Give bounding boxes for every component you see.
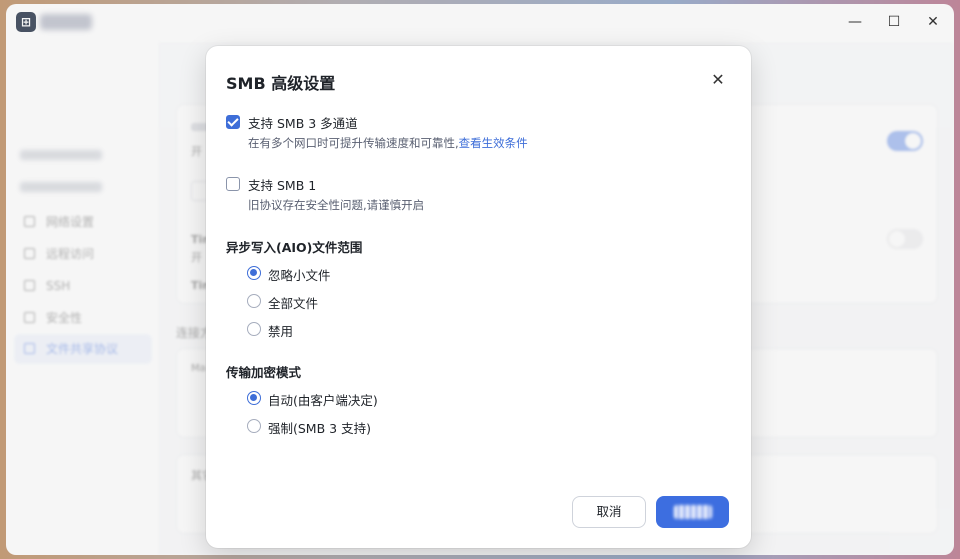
smb1-label[interactable]: 支持 SMB 1 xyxy=(248,175,316,194)
multichannel-checkbox[interactable] xyxy=(226,115,240,129)
aio-radio-disabled[interactable] xyxy=(247,322,261,336)
dialog-title: SMB 高级设置 xyxy=(226,74,336,93)
aio-option-label[interactable]: 忽略小文件 xyxy=(268,265,331,284)
encryption-option-label[interactable]: 强制(SMB 3 支持) xyxy=(268,418,371,437)
view-conditions-link[interactable]: 查看生效条件 xyxy=(459,136,528,150)
encryption-radio-forced[interactable] xyxy=(247,419,261,433)
smb1-description: 旧协议存在安全性问题,请谨慎开启 xyxy=(248,198,425,212)
aio-radio-all-files[interactable] xyxy=(247,294,261,308)
aio-option-label[interactable]: 全部文件 xyxy=(268,293,318,312)
smb1-checkbox[interactable] xyxy=(226,177,240,191)
close-icon[interactable]: ✕ xyxy=(706,68,730,92)
multichannel-label[interactable]: 支持 SMB 3 多通道 xyxy=(248,113,358,132)
cancel-button[interactable]: 取消 xyxy=(572,496,646,528)
multichannel-description: 在有多个网口时可提升传输速度和可靠性,查看生效条件 xyxy=(248,135,528,151)
multichannel-desc-text: 在有多个网口时可提升传输速度和可靠性, xyxy=(248,136,459,150)
aio-section-title: 异步写入(AIO)文件范围 xyxy=(226,240,363,255)
confirm-label-redacted xyxy=(674,505,712,519)
aio-radio-ignore-small[interactable] xyxy=(247,266,261,280)
aio-option-label[interactable]: 禁用 xyxy=(268,321,293,340)
encryption-option-label[interactable]: 自动(由客户端决定) xyxy=(268,390,378,409)
encryption-radio-auto[interactable] xyxy=(247,391,261,405)
smb-advanced-settings-dialog: SMB 高级设置 ✕ 支持 SMB 3 多通道 在有多个网口时可提升传输速度和可… xyxy=(206,46,751,548)
encryption-section-title: 传输加密模式 xyxy=(226,365,302,380)
confirm-button[interactable] xyxy=(656,496,729,528)
